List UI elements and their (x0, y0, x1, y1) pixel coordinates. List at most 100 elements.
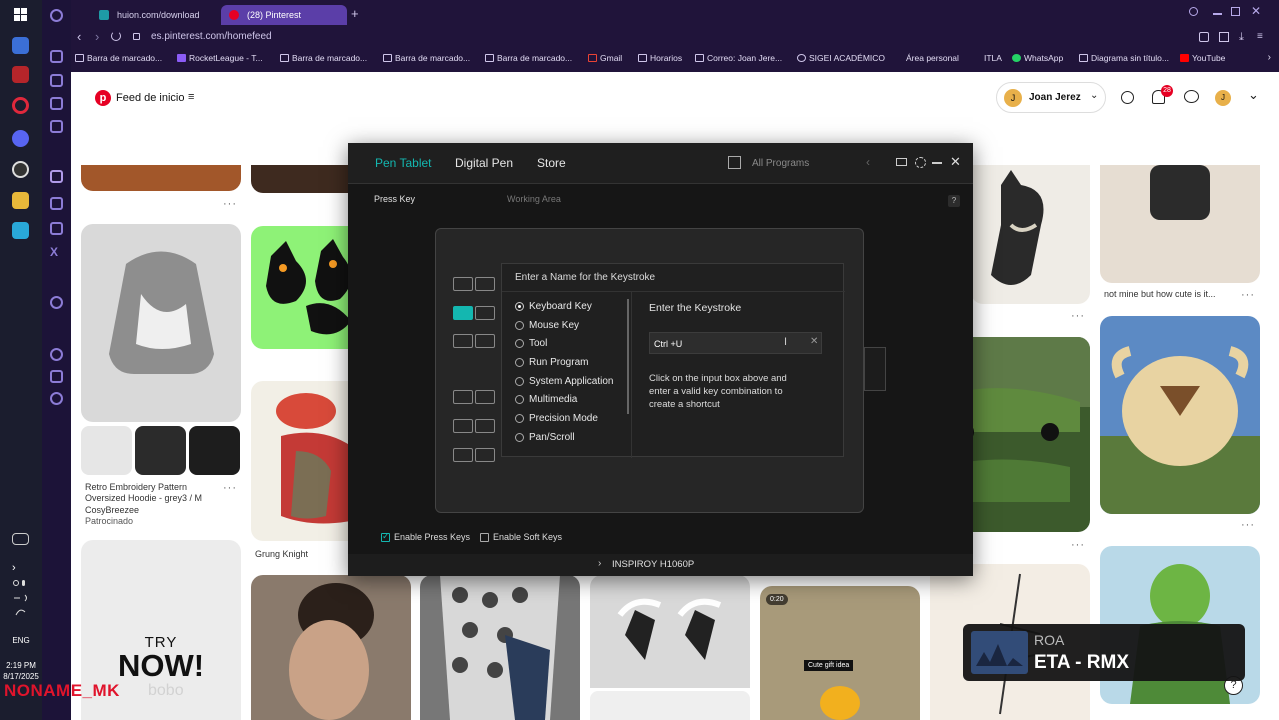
pin-image-man-portrait[interactable] (251, 575, 411, 720)
more-options-icon[interactable]: ··· (1241, 519, 1255, 531)
press-key-button[interactable] (475, 419, 495, 433)
discord-icon[interactable] (12, 130, 29, 147)
url-input[interactable]: es.pinterest.com/homefeed (151, 31, 272, 42)
history-icon[interactable] (50, 120, 63, 133)
bookmark-item[interactable]: Diagrama sin título... (1079, 53, 1169, 63)
system-tray-icons[interactable] (12, 578, 29, 618)
bookmark-item[interactable]: Barra de marcado... (485, 53, 572, 63)
forward-icon[interactable]: › (95, 29, 99, 44)
tab-pinterest[interactable]: (28) Pinterest (221, 5, 347, 25)
clear-icon[interactable]: ✕ (810, 336, 818, 347)
close-window-icon[interactable]: ✕ (1251, 4, 1261, 18)
bookmark-item[interactable]: Correo: Joan Jere... (695, 53, 782, 63)
options-scrollbar[interactable] (627, 299, 629, 414)
press-key-button[interactable] (475, 334, 495, 348)
settings-gear-icon[interactable] (50, 392, 63, 405)
subtab-press-key[interactable]: Press Key (374, 194, 415, 204)
search-icon[interactable] (1121, 91, 1134, 104)
option-mouse-key[interactable]: Mouse Key (515, 320, 579, 331)
opera-gx-icon[interactable] (12, 97, 29, 114)
pin-video-gift[interactable]: 0:20 Cute gift idea (760, 586, 920, 720)
pin-image-wall-outlet[interactable] (1100, 165, 1260, 283)
clock-icon[interactable] (50, 348, 63, 361)
option-run-program[interactable]: Run Program (515, 357, 588, 368)
twitch-icon[interactable] (50, 222, 63, 235)
pin-title[interactable]: not mine but how cute is it... (1104, 289, 1234, 300)
home-icon[interactable] (50, 74, 63, 87)
press-key-button[interactable] (453, 334, 473, 348)
messages-icon[interactable] (1184, 90, 1199, 103)
program-selector[interactable]: All Programs ‹ (728, 153, 888, 175)
pin-image-hoodie-thumb-1[interactable] (81, 426, 132, 475)
chevron-down-icon[interactable]: ⌄ (1248, 87, 1259, 103)
obs-icon[interactable] (12, 161, 29, 178)
bookmark-whatsapp[interactable]: WhatsApp (1012, 53, 1063, 63)
more-options-icon[interactable]: ··· (223, 482, 237, 494)
keystroke-name-field[interactable]: Enter a Name for the Keystroke (515, 272, 655, 283)
pin-image-food[interactable] (81, 165, 241, 191)
tab-pen-tablet[interactable]: Pen Tablet (375, 156, 432, 170)
device-bar[interactable]: › INSPIROY H1060P (348, 554, 973, 576)
bookmark-item[interactable]: Barra de marcado... (280, 53, 367, 63)
press-key-button[interactable] (453, 419, 473, 433)
pin-image-robot-parts[interactable] (590, 575, 750, 688)
enable-soft-keys-checkbox[interactable] (480, 533, 489, 542)
pin-image-cat-drawing[interactable] (971, 165, 1090, 304)
pin-image-parts-grid[interactable] (590, 691, 750, 720)
press-key-button[interactable] (453, 390, 473, 404)
monitor-icon[interactable] (12, 533, 29, 545)
pin-image-skull-hoodie[interactable] (420, 575, 580, 720)
account-switcher[interactable]: J Joan Jerez ⌄ (996, 82, 1106, 113)
search-tabs-icon[interactable] (1189, 7, 1198, 16)
keystroke-input[interactable]: Ctrl +U I ✕ (649, 332, 822, 354)
tab-huion[interactable]: huion.com/download (91, 5, 219, 25)
feed-title[interactable]: Feed de inicio (116, 92, 185, 104)
bookmark-item[interactable]: Barra de marcado... (383, 53, 470, 63)
calendar-app-icon[interactable] (12, 37, 29, 54)
feed-menu-icon[interactable]: ≡ (188, 91, 194, 103)
press-key-button[interactable] (453, 277, 473, 291)
minimize-icon[interactable] (932, 162, 942, 164)
press-key-button[interactable] (475, 390, 495, 404)
file-explorer-icon[interactable] (12, 192, 29, 209)
bookmark-item[interactable]: ITLA (972, 53, 1002, 63)
maximize-icon[interactable] (1231, 7, 1240, 16)
menu-icon[interactable]: ≡ (1257, 31, 1263, 42)
x-twitter-icon[interactable]: X (50, 245, 63, 259)
press-key-button[interactable] (475, 277, 495, 291)
more-options-icon[interactable]: ··· (223, 198, 237, 210)
huion-app-icon[interactable] (12, 222, 29, 239)
option-multimedia[interactable]: Multimedia (515, 394, 577, 405)
enable-soft-keys-label[interactable]: Enable Soft Keys (493, 532, 562, 542)
back-icon[interactable]: ‹ (77, 29, 81, 44)
close-icon[interactable]: ✕ (950, 154, 961, 170)
option-pan-scroll[interactable]: Pan/Scroll (515, 432, 575, 443)
bookmarks-more-icon[interactable]: › (1268, 52, 1271, 63)
bookmark-item[interactable]: Barra de marcado... (75, 53, 162, 63)
pin-image-knit-hat[interactable] (1100, 316, 1260, 514)
pin-image-hoodie-thumb-2[interactable] (135, 426, 186, 475)
bookmark-item[interactable]: Horarios (638, 53, 682, 63)
press-key-button[interactable] (453, 448, 473, 462)
messenger-icon[interactable] (50, 97, 63, 110)
pinterest-logo-icon[interactable]: p (95, 90, 111, 106)
plus-icon[interactable]: + (351, 6, 359, 21)
opera-logo-icon[interactable] (50, 9, 63, 22)
pin-title[interactable]: Retro Embroidery Pattern Oversized Hoodi… (85, 482, 220, 504)
subtab-working-area[interactable]: Working Area (507, 194, 561, 204)
extensions-icon[interactable] (1199, 32, 1209, 42)
bookmark-gmail[interactable]: Gmail (588, 53, 622, 63)
download-icon[interactable]: ⤓ (1239, 31, 1244, 44)
bookmark-youtube[interactable]: YouTube (1180, 53, 1225, 63)
aria-icon[interactable] (50, 170, 63, 183)
bookmark-item[interactable]: Área personal (894, 53, 959, 63)
more-options-icon[interactable]: ··· (1071, 310, 1085, 322)
pin-image-hoodie-thumb-3[interactable] (189, 426, 240, 475)
pin-source[interactable]: CosyBreezee (85, 505, 139, 516)
tab-store[interactable]: Store (537, 156, 566, 170)
bookmark-item[interactable]: RocketLeague - T... (177, 53, 263, 63)
press-key-button[interactable] (475, 448, 495, 462)
more-options-icon[interactable]: ··· (1071, 539, 1085, 551)
windows-start-icon[interactable] (12, 6, 29, 23)
add-sidebar-icon[interactable] (50, 296, 63, 309)
